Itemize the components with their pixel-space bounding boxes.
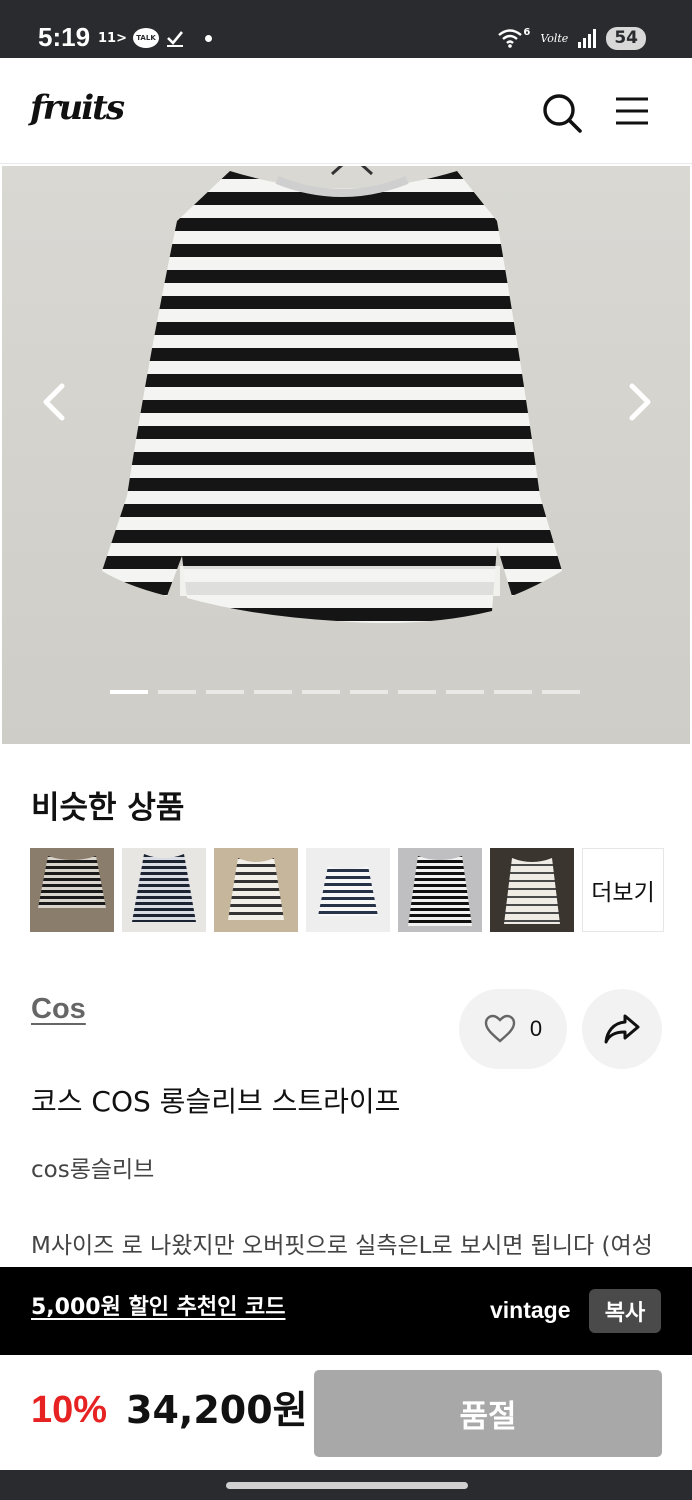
menu-icon bbox=[616, 97, 648, 125]
see-more-button[interactable]: 더보기 bbox=[582, 848, 664, 932]
product-description: M사이즈 로 나왔지만 오버핏으로 실측은L로 보시면 됩니다 (여성 bbox=[31, 1233, 653, 1259]
volte-icon: Volte bbox=[540, 31, 569, 45]
product-photo bbox=[102, 166, 562, 624]
system-navigation-bar bbox=[0, 1470, 692, 1500]
soldout-button: 품절 bbox=[314, 1370, 662, 1457]
like-count: 0 bbox=[529, 1016, 543, 1041]
wifi-sub-label: 6 bbox=[523, 27, 531, 38]
referral-code: vintage bbox=[490, 1297, 571, 1323]
gallery-dot[interactable] bbox=[110, 690, 148, 694]
product-image-gallery[interactable] bbox=[2, 166, 690, 744]
discount-rate: 10% bbox=[31, 1389, 108, 1431]
status-bar: 5:19 11> TALK 6 Volte 54 bbox=[0, 0, 692, 58]
gallery-dot[interactable] bbox=[254, 690, 292, 694]
similar-product-thumbnail[interactable] bbox=[30, 848, 114, 932]
search-button[interactable] bbox=[541, 92, 583, 134]
product-title: 코스 COS 롱슬리브 스트라이프 bbox=[31, 1085, 401, 1118]
brand-link[interactable]: Cos bbox=[31, 993, 86, 1026]
gallery-dot[interactable] bbox=[350, 690, 388, 694]
wifi-icon: 6 bbox=[497, 27, 530, 49]
gallery-dot[interactable] bbox=[302, 690, 340, 694]
gallery-dot[interactable] bbox=[158, 690, 196, 694]
copy-code-button[interactable]: 복사 bbox=[589, 1289, 661, 1333]
more-notifications-dot bbox=[204, 34, 212, 42]
signal-icon bbox=[578, 28, 597, 48]
similar-product-thumbnail[interactable] bbox=[214, 848, 298, 932]
similar-product-thumbnail[interactable] bbox=[398, 848, 482, 932]
referral-banner: 5,000원 할인 추천인 코드 vintage 복사 bbox=[0, 1267, 692, 1355]
similar-products-list: 더보기 bbox=[30, 848, 664, 932]
gallery-pagination bbox=[110, 690, 580, 694]
similar-product-thumbnail[interactable] bbox=[122, 848, 206, 932]
similar-product-thumbnail[interactable] bbox=[306, 848, 390, 932]
gallery-dot[interactable] bbox=[494, 690, 532, 694]
carrier-notification-icon: 11> bbox=[98, 30, 127, 46]
purchase-bar: 10% 34,200원 품절 bbox=[0, 1355, 692, 1470]
status-system-icons: 6 Volte 54 bbox=[497, 24, 646, 52]
gallery-dot[interactable] bbox=[542, 690, 580, 694]
status-notification-icons: 11> TALK bbox=[98, 24, 212, 52]
gallery-dot[interactable] bbox=[446, 690, 484, 694]
battery-icon: 54 bbox=[606, 26, 646, 50]
previous-image-button[interactable] bbox=[36, 382, 76, 422]
similar-products-title: 비슷한 상품 bbox=[31, 790, 185, 826]
kakaotalk-icon: TALK bbox=[132, 28, 159, 48]
app-header: fruits bbox=[0, 58, 692, 164]
heart-icon bbox=[484, 1014, 516, 1043]
next-image-button[interactable] bbox=[618, 382, 658, 422]
share-icon bbox=[604, 1014, 640, 1044]
checkmark-icon bbox=[166, 31, 183, 47]
price: 34,200원 bbox=[126, 1388, 308, 1432]
gallery-dot[interactable] bbox=[398, 690, 436, 694]
fruits-logo[interactable]: fruits bbox=[30, 88, 125, 128]
status-time: 5:19 bbox=[38, 22, 91, 52]
gallery-dot[interactable] bbox=[206, 690, 244, 694]
product-hashtag[interactable]: cos롱슬리브 bbox=[31, 1152, 154, 1188]
similar-product-thumbnail[interactable] bbox=[490, 848, 574, 932]
menu-button[interactable] bbox=[614, 96, 650, 126]
referral-link[interactable]: 5,000원 할인 추천인 코드 bbox=[31, 1293, 286, 1323]
home-gesture-handle[interactable] bbox=[226, 1482, 468, 1489]
share-button[interactable] bbox=[582, 989, 662, 1069]
chevron-right-icon bbox=[629, 383, 651, 421]
chevron-left-icon bbox=[43, 383, 65, 421]
like-button[interactable]: 0 bbox=[459, 989, 567, 1069]
search-icon bbox=[543, 94, 582, 133]
